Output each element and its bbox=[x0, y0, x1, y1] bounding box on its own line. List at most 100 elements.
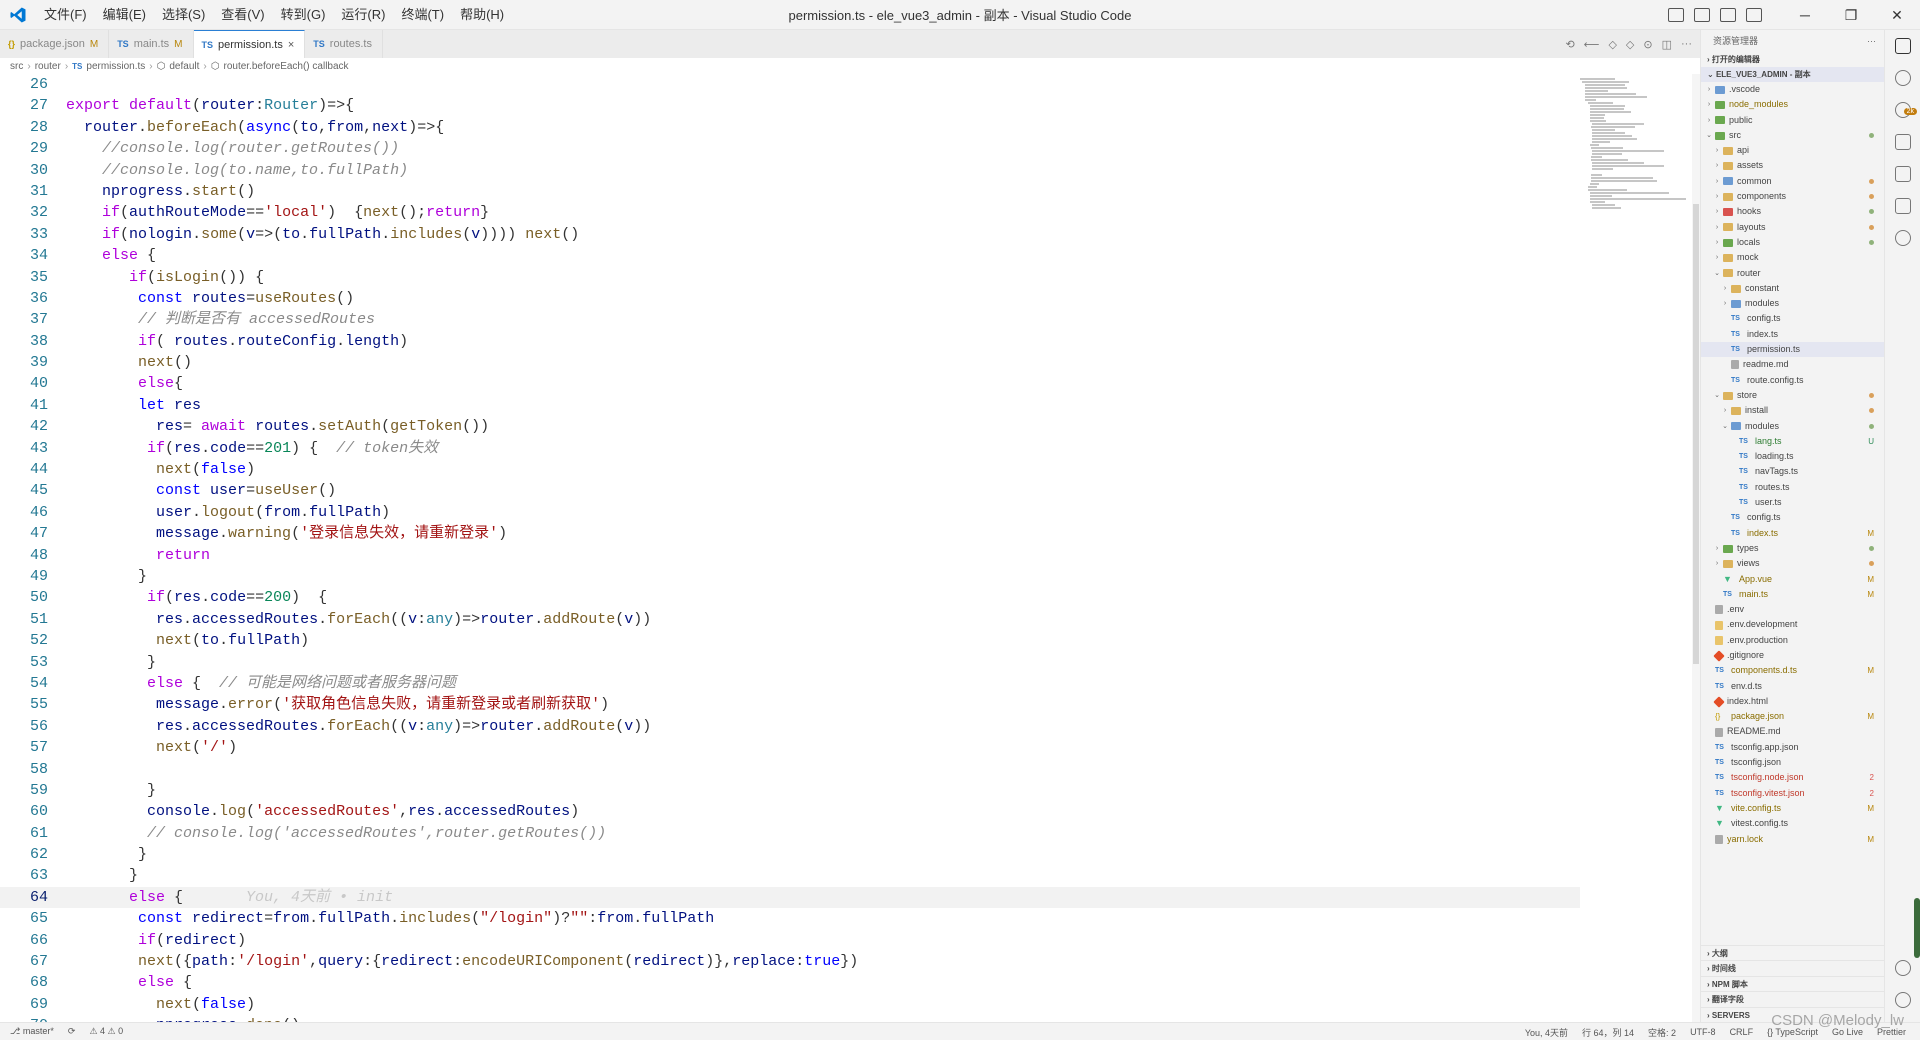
breadcrumb-item[interactable]: router.beforeEach() callback bbox=[223, 61, 348, 72]
code-line[interactable]: 45 const user=useUser() bbox=[0, 480, 1580, 501]
tree-folder[interactable]: ⌄ modules bbox=[1701, 419, 1884, 434]
scrollbar-thumb[interactable] bbox=[1693, 204, 1699, 664]
code-line[interactable]: 60 console.log('accessedRoutes',res.acce… bbox=[0, 801, 1580, 822]
tree-file[interactable]: TS tsconfig.json bbox=[1701, 755, 1884, 770]
menu-item[interactable]: 帮助(H) bbox=[452, 0, 512, 30]
tree-folder[interactable]: › constant bbox=[1701, 281, 1884, 296]
editor-tab[interactable]: {} package.json M bbox=[0, 30, 110, 58]
git-branch-indicator[interactable]: ⎇ master* bbox=[10, 1026, 54, 1037]
menu-item[interactable]: 运行(R) bbox=[333, 0, 393, 30]
code-line[interactable]: 64 else { You, 4天前 • init bbox=[0, 886, 1580, 909]
tree-file[interactable]: TS loading.ts bbox=[1701, 449, 1884, 464]
sync-icon[interactable]: ⟳ bbox=[68, 1026, 76, 1037]
tree-folder[interactable]: › locals bbox=[1701, 235, 1884, 250]
tree-folder[interactable]: › views bbox=[1701, 556, 1884, 571]
toggle-sidebar-icon[interactable] bbox=[1668, 8, 1684, 22]
menu-item[interactable]: 终端(T) bbox=[393, 0, 452, 30]
code-line[interactable]: 26 bbox=[0, 74, 1580, 95]
tree-folder[interactable]: › modules bbox=[1701, 296, 1884, 311]
code-line[interactable]: 38 if( routes.routeConfig.length) bbox=[0, 331, 1580, 352]
breadcrumb-item[interactable]: src bbox=[10, 61, 23, 72]
tree-file[interactable]: TS user.ts bbox=[1701, 495, 1884, 510]
tree-file[interactable]: yarn.lock M bbox=[1701, 832, 1884, 847]
restore-button[interactable]: ❐ bbox=[1828, 0, 1874, 30]
tree-file[interactable]: {} package.json M bbox=[1701, 709, 1884, 724]
search-icon[interactable] bbox=[1885, 62, 1920, 94]
tree-file[interactable]: ▼ vitest.config.ts bbox=[1701, 816, 1884, 831]
status-item[interactable]: 空格: 2 bbox=[1648, 1026, 1676, 1039]
tree-folder[interactable]: › common bbox=[1701, 174, 1884, 189]
status-item[interactable]: You, 4天前 bbox=[1525, 1026, 1568, 1039]
menu-item[interactable]: 转到(G) bbox=[273, 0, 334, 30]
tree-folder[interactable]: › api bbox=[1701, 143, 1884, 158]
sidebar-section[interactable]: › 大纲 bbox=[1701, 944, 1884, 961]
tree-file[interactable]: README.md bbox=[1701, 724, 1884, 739]
code-line[interactable]: 63 } bbox=[0, 865, 1580, 886]
toggle-secondary-sidebar-icon[interactable] bbox=[1720, 8, 1736, 22]
code-line[interactable]: 58 bbox=[0, 759, 1580, 780]
tree-file[interactable]: ▼ App.vue M bbox=[1701, 572, 1884, 587]
breadcrumb-item[interactable]: default bbox=[169, 61, 199, 72]
code-line[interactable]: 42 res= await routes.setAuth(getToken()) bbox=[0, 416, 1580, 437]
source-control-icon[interactable]: 2k bbox=[1885, 94, 1920, 126]
code-editor[interactable]: 26 27 export default(router:Router)=>{28 r… bbox=[0, 74, 1580, 1022]
tree-file[interactable]: TS config.ts bbox=[1701, 311, 1884, 326]
code-line[interactable]: 36 const routes=useRoutes() bbox=[0, 288, 1580, 309]
editor-tab[interactable]: TS main.ts M bbox=[109, 30, 194, 58]
editor-tab[interactable]: TS routes.ts bbox=[305, 30, 383, 58]
breadcrumb-item[interactable]: permission.ts bbox=[86, 61, 145, 72]
code-line[interactable]: 66 if(redirect) bbox=[0, 930, 1580, 951]
breadcrumb-item[interactable]: router bbox=[35, 61, 61, 72]
code-line[interactable]: 67 next({path:'/login',query:{redirect:e… bbox=[0, 951, 1580, 972]
tree-file[interactable]: TS tsconfig.app.json bbox=[1701, 740, 1884, 755]
code-line[interactable]: 32 if(authRouteMode=='local') {next();re… bbox=[0, 202, 1580, 223]
code-line[interactable]: 28 router.beforeEach(async(to,from,next)… bbox=[0, 117, 1580, 138]
editor-tab[interactable]: TS permission.ts × bbox=[193, 30, 306, 58]
code-line[interactable]: 56 res.accessedRoutes.forEach((v:any)=>r… bbox=[0, 716, 1580, 737]
close-button[interactable]: ✕ bbox=[1874, 0, 1920, 30]
code-line[interactable]: 34 else { bbox=[0, 245, 1580, 266]
code-line[interactable]: 61 // console.log('accessedRoutes',route… bbox=[0, 823, 1580, 844]
history-icon[interactable]: ⟲ bbox=[1565, 38, 1574, 51]
explorer-icon[interactable] bbox=[1885, 30, 1920, 62]
code-line[interactable]: 39 next() bbox=[0, 352, 1580, 373]
tree-file[interactable]: index.html bbox=[1701, 694, 1884, 709]
remote-explorer-icon[interactable] bbox=[1885, 190, 1920, 222]
tree-folder[interactable]: › types bbox=[1701, 541, 1884, 556]
tree-file[interactable]: TS main.ts M bbox=[1701, 587, 1884, 602]
code-line[interactable]: 47 message.warning('登录信息失效，请重新登录') bbox=[0, 523, 1580, 544]
editor-scrollbar[interactable] bbox=[1692, 74, 1700, 1022]
minimize-button[interactable]: ─ bbox=[1782, 0, 1828, 30]
tree-folder[interactable]: › hooks bbox=[1701, 204, 1884, 219]
tree-file[interactable]: TS permission.ts bbox=[1701, 342, 1884, 358]
status-item[interactable]: CRLF bbox=[1730, 1027, 1754, 1037]
code-line[interactable]: 49 } bbox=[0, 566, 1580, 587]
tree-folder[interactable]: › .vscode bbox=[1701, 82, 1884, 97]
more-actions-icon[interactable]: ··· bbox=[1681, 38, 1692, 50]
extensions-icon[interactable] bbox=[1885, 158, 1920, 190]
code-line[interactable]: 65 const redirect=from.fullPath.includes… bbox=[0, 908, 1580, 929]
code-line[interactable]: 46 user.logout(from.fullPath) bbox=[0, 502, 1580, 523]
menu-item[interactable]: 查看(V) bbox=[213, 0, 272, 30]
sidebar-section[interactable]: › 时间线 bbox=[1701, 960, 1884, 976]
code-line[interactable]: 40 else{ bbox=[0, 373, 1580, 394]
tree-file[interactable]: TS components.d.ts M bbox=[1701, 663, 1884, 678]
tree-folder[interactable]: › node_modules bbox=[1701, 97, 1884, 112]
tree-file[interactable]: TS lang.ts U bbox=[1701, 434, 1884, 449]
status-item[interactable]: UTF-8 bbox=[1690, 1027, 1716, 1037]
code-line[interactable]: 50 if(res.code==200) { bbox=[0, 587, 1580, 608]
code-line[interactable]: 31 nprogress.start() bbox=[0, 181, 1580, 202]
status-item[interactable]: 行 64，列 14 bbox=[1582, 1026, 1634, 1039]
minimap[interactable] bbox=[1580, 74, 1690, 234]
open-editors-section[interactable]: › 打开的编辑器 bbox=[1701, 52, 1884, 67]
code-line[interactable]: 51 res.accessedRoutes.forEach((v:any)=>r… bbox=[0, 609, 1580, 630]
tree-file[interactable]: TS env.d.ts bbox=[1701, 679, 1884, 694]
code-line[interactable]: 33 if(nologin.some(v=>(to.fullPath.inclu… bbox=[0, 224, 1580, 245]
menu-item[interactable]: 选择(S) bbox=[154, 0, 213, 30]
code-line[interactable]: 44 next(false) bbox=[0, 459, 1580, 480]
code-line[interactable]: 48 return bbox=[0, 545, 1580, 566]
tree-folder[interactable]: ⌄ router bbox=[1701, 266, 1884, 281]
tree-file[interactable]: TS config.ts bbox=[1701, 510, 1884, 525]
tree-file[interactable]: TS tsconfig.vitest.json 2 bbox=[1701, 786, 1884, 801]
prev-change-icon[interactable]: ◇ bbox=[1608, 38, 1616, 51]
